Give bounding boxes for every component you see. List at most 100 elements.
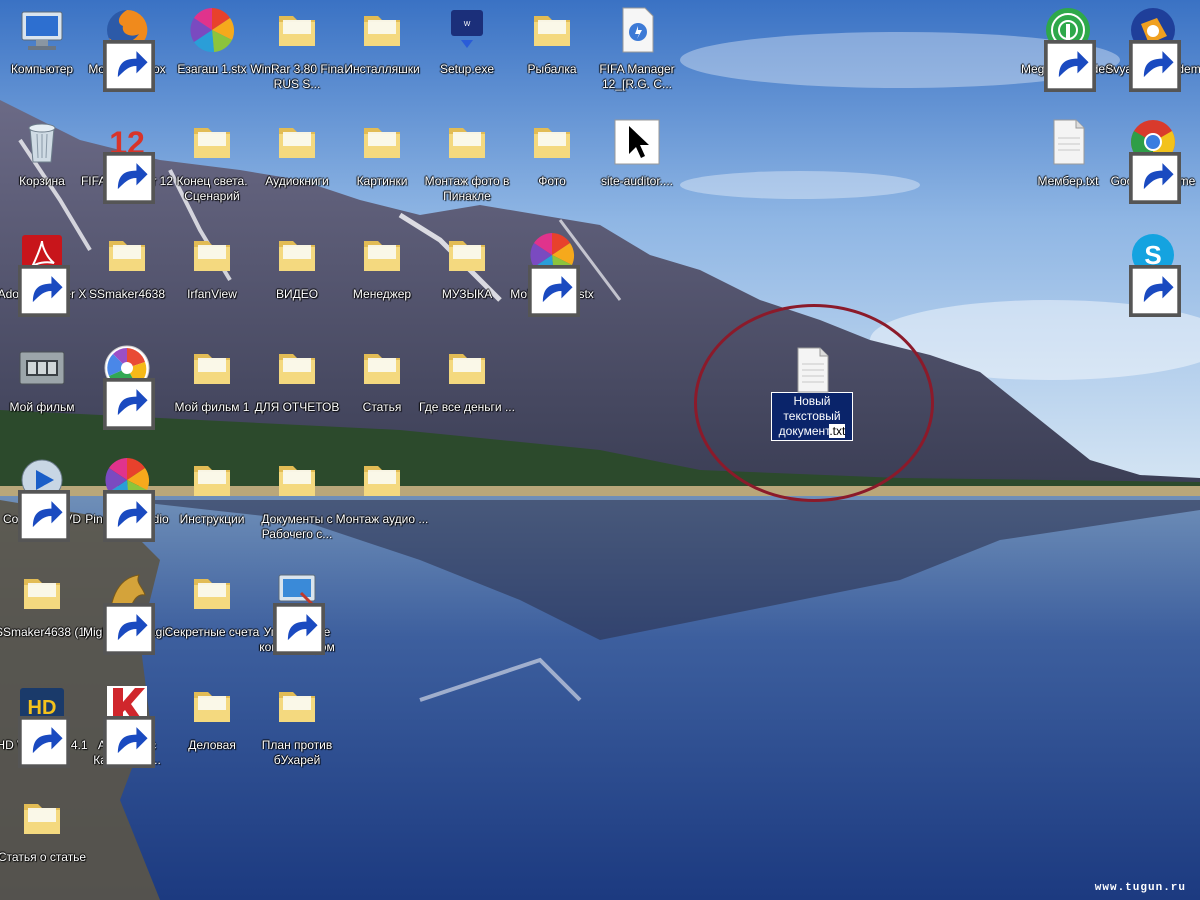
desktop-icon-label: SSmaker4638 (1) [0, 625, 90, 639]
desktop-icon-item[interactable]: IrfanView [170, 225, 254, 325]
desktop-icon-item[interactable]: План против бУхарей [255, 676, 339, 776]
desktop-icon-label: Монтаж аудио ... [335, 512, 429, 526]
desktop-icon-item[interactable]: Мой фильм 1 [170, 338, 254, 438]
desktop-icon-label: Где все деньги ... [419, 400, 515, 414]
desktop-icon-item[interactable]: Документы с Рабочего с... [255, 450, 339, 550]
desktop-icon-item[interactable]: Picasa 3 [85, 338, 169, 438]
computer-management-icon [271, 567, 325, 655]
desktop-icon-label: Мой фильм [9, 400, 75, 414]
desktop-icon-item[interactable]: Корзина [0, 112, 84, 212]
desktop-icon-label: Документы с Рабочего с... [261, 512, 333, 541]
desktop-icon-label: ДЛЯ ОТЧЕТОВ [254, 400, 340, 414]
desktop-icon-item[interactable]: MegaFon Modem [1021, 0, 1115, 100]
desktop-icon-item[interactable]: Компьютер [0, 0, 84, 100]
text-file-icon [786, 344, 838, 393]
svyaznoy-icon [1127, 4, 1181, 92]
desktop-icon-item[interactable]: Мой фильм.stx [510, 225, 594, 325]
desktop-icon-item[interactable]: Mozilla Firefox [85, 0, 169, 100]
desktop-icon-label: Корзина [19, 174, 65, 188]
svg-text:W: W [464, 21, 471, 28]
folder-icon [526, 116, 578, 168]
desktop-icon-label: Инструкции [179, 512, 245, 526]
desktop-icon-item[interactable]: Монтаж аудио ... [336, 450, 428, 550]
desktop-icon-label: Мембер.txt [1037, 174, 1099, 188]
shortcut-arrow-icon [103, 716, 155, 768]
folder-icon [186, 567, 238, 619]
desktop-icon-label: SSmaker4638 [88, 287, 166, 301]
folder-icon [356, 342, 408, 394]
desktop-icon-item[interactable]: Аудиокниги [255, 112, 339, 212]
desktop-icon-label: Setup.exe [439, 62, 495, 76]
folder-icon [186, 116, 238, 168]
skype-icon: S [1127, 229, 1181, 317]
desktop-icon-item[interactable]: ВИДЕО [255, 225, 339, 325]
folder-icon [441, 116, 493, 168]
desktop-icon-label: site-auditor.... [600, 174, 674, 188]
desktop-icon-item[interactable]: МУЗЫКА [425, 225, 509, 325]
desktop-icon-item[interactable]: Статья [340, 338, 424, 438]
desktop-icon-item[interactable]: WinRar 3.80 Fina RUS S... [250, 0, 344, 100]
desktop-icon-item[interactable]: FIFA Manager 12_[R.G. C... [595, 0, 679, 100]
desktop-icon-item[interactable]: Где все деньги ... [419, 338, 515, 438]
desktop-icon-label: Компьютер [10, 62, 74, 76]
fifa-12-icon: 12 [101, 116, 155, 204]
cursor-icon [611, 116, 663, 168]
folder-icon [186, 342, 238, 394]
desktop-icon-item[interactable]: Рыбалка [510, 0, 594, 100]
pinwheel-icon [186, 4, 238, 56]
desktop-icon-item[interactable]: Картинки [340, 112, 424, 212]
new-text-document-icon-item[interactable]: Новый текстовый документ.txt [770, 340, 854, 441]
folder-icon [271, 454, 323, 506]
desktop-icon-item[interactable]: Corel WinDVD 2010 [0, 450, 84, 550]
adobe-reader-icon [16, 229, 70, 317]
desktop-icon-item[interactable]: Конец света. Сценарий [170, 112, 254, 212]
desktop-icon-label: Аудиокниги [265, 174, 329, 188]
folder-icon [101, 229, 153, 281]
desktop-icon-item[interactable]: W Setup.exe [425, 0, 509, 100]
desktop-icon-item[interactable]: ДЛЯ ОТЧЕТОВ [255, 338, 339, 438]
shortcut-arrow-icon [18, 265, 70, 317]
shortcut-arrow-icon [103, 40, 155, 92]
desktop-icon-item[interactable]: 12FIFA Manager 12 [81, 112, 173, 212]
pinwheel-icon [101, 454, 155, 542]
desktop-icon-label: Езагаш 1.stx [177, 62, 247, 76]
desktop-icon-item[interactable]: Мембер.txt [1026, 112, 1110, 212]
folder-icon [16, 792, 68, 844]
folder-icon [186, 680, 238, 732]
desktop-icon-item[interactable]: HDHD Writer AE 4.1 [0, 676, 88, 776]
desktop-icon-item[interactable]: Svyaznoy Modem [1105, 0, 1200, 100]
desktop-icon-item[interactable]: Секретные счета [165, 563, 259, 663]
desktop-icon-item[interactable]: Pinnacle Studio 14 [85, 450, 169, 550]
desktop-icon-item[interactable]: Инструкции [170, 450, 254, 550]
megafon-icon [1042, 4, 1096, 92]
desktop-icon-item[interactable]: Инсталляшки [340, 0, 424, 100]
folder-icon [16, 567, 68, 619]
pinwheel-icon [526, 229, 580, 317]
desktop-icon-item[interactable]: site-auditor.... [595, 112, 679, 212]
desktop-icon-item[interactable]: Фото [510, 112, 594, 212]
desktop-icon-item[interactable]: Антивирус Касперско... [85, 676, 169, 776]
desktop-icon-label: Менеджер [352, 287, 412, 301]
desktop-icon-item[interactable]: Google Chrome [1111, 112, 1195, 212]
folder-icon [271, 4, 323, 56]
desktop-icon-item[interactable]: SSmaker4638 [85, 225, 169, 325]
desktop-icon-item[interactable]: Деловая [170, 676, 254, 776]
walkman-icon: W [441, 4, 493, 56]
desktop-icon-label: Инсталляшки [344, 62, 420, 76]
desktop-icon-item[interactable]: Might and Magic Hero... [83, 563, 171, 663]
desktop-icon-item[interactable]: Менеджер [340, 225, 424, 325]
chrome-icon [1127, 116, 1181, 204]
desktop-icon-item[interactable]: Монтаж фото в Пинакле [425, 112, 509, 212]
desktop-icon-item[interactable]: SSkype [1111, 225, 1195, 325]
desktop-icon-item[interactable]: Езагаш 1.stx [170, 0, 254, 100]
folder-icon [356, 4, 408, 56]
desktop-icon-item[interactable]: Adobe Reader X [0, 225, 86, 325]
desktop-icon-item[interactable]: SSmaker4638 (1) [0, 563, 89, 663]
desktop-icon-label: Конец света. Сценарий [176, 174, 248, 203]
desktop-icon-label: IrfanView [187, 287, 237, 301]
rename-input[interactable]: Новый текстовый документ.txt [771, 392, 853, 441]
desktop-icon-item[interactable]: Статья о статье [0, 788, 86, 888]
desktop-icon-item[interactable]: Мой фильм [0, 338, 84, 438]
desktop-icon-item[interactable]: Управление компьютером [255, 563, 339, 663]
desktop-icon-label: Секретные счета [164, 625, 260, 639]
